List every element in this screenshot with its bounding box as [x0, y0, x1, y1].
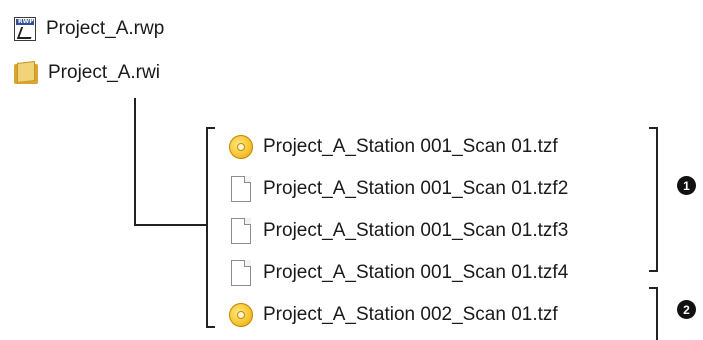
left-bracket-bottom-tick — [206, 326, 215, 328]
marker-1: 1 — [677, 176, 696, 195]
marker-2: 2 — [677, 300, 696, 319]
document-icon — [231, 260, 251, 286]
right-bracket-1-top-tick — [649, 127, 658, 129]
project-file-icon: RWP — [14, 17, 36, 41]
right-bracket-1 — [656, 127, 658, 272]
file-scan-001-tzf[interactable]: Project_A_Station 001_Scan 01.tzf — [229, 135, 558, 159]
right-bracket-2 — [656, 287, 658, 340]
left-bracket-top-tick — [206, 127, 215, 129]
right-bracket-2-top-tick — [649, 287, 658, 289]
folder-label: Project_A.rwi — [48, 62, 160, 83]
file-scan-001-tzf2[interactable]: Project_A_Station 001_Scan 01.tzf2 — [229, 176, 568, 202]
scan-file-icon — [229, 135, 253, 159]
connector-horizontal — [134, 224, 208, 226]
file-label: Project_A_Station 001_Scan 01.tzf4 — [263, 262, 569, 283]
file-scan-001-tzf4[interactable]: Project_A_Station 001_Scan 01.tzf4 — [229, 260, 568, 286]
file-label: Project_A_Station 001_Scan 01.tzf — [263, 136, 558, 157]
file-label: Project_A_Station 002_Scan 01.tzf — [263, 304, 558, 325]
file-label: Project_A_Station 001_Scan 01.tzf2 — [263, 178, 569, 199]
document-icon — [231, 176, 251, 202]
scan-file-icon — [229, 303, 253, 327]
file-scan-001-tzf3[interactable]: Project_A_Station 001_Scan 01.tzf3 — [229, 218, 568, 244]
file-scan-002-tzf[interactable]: Project_A_Station 002_Scan 01.tzf — [229, 303, 558, 327]
folder-icon — [14, 61, 38, 84]
folder-project-rwi[interactable]: Project_A.rwi — [14, 61, 160, 84]
connector-vertical — [134, 98, 136, 226]
left-bracket — [206, 127, 208, 328]
file-label: Project_A_Station 001_Scan 01.tzf3 — [263, 220, 569, 241]
document-icon — [231, 218, 251, 244]
right-bracket-1-bottom-tick — [649, 270, 658, 272]
file-project-rwp[interactable]: RWP Project_A.rwp — [14, 17, 164, 41]
file-label: Project_A.rwp — [46, 18, 165, 39]
